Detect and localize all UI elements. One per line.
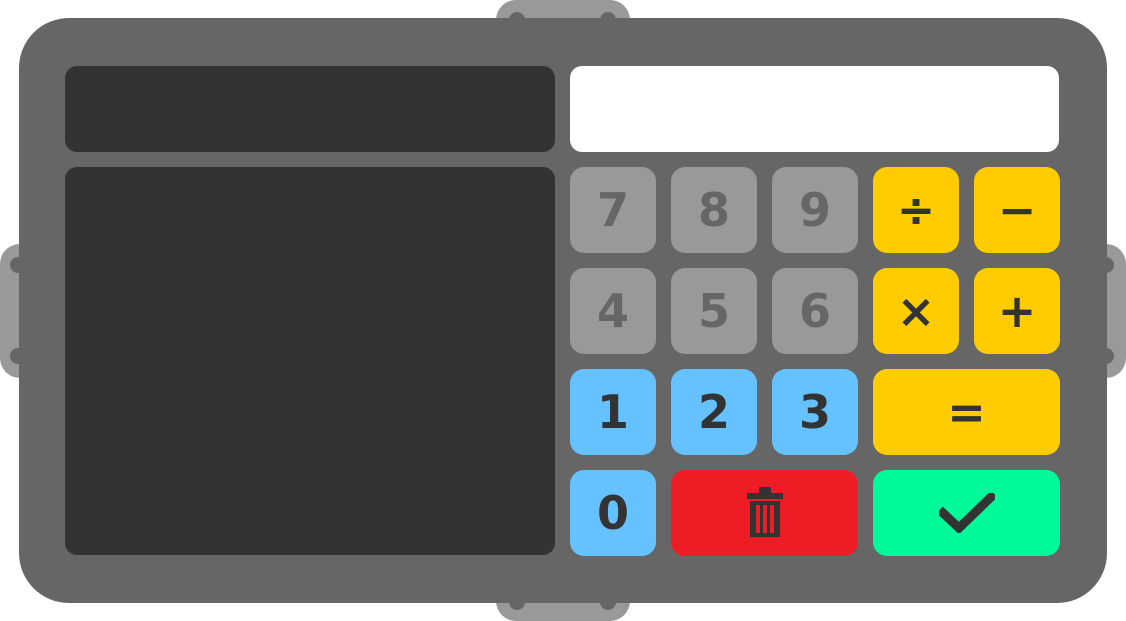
key-9[interactable]: 9 [772, 167, 858, 253]
equals-button[interactable]: = [873, 369, 1060, 455]
key-1[interactable]: 1 [570, 369, 656, 455]
key-8[interactable]: 8 [671, 167, 757, 253]
delete-button[interactable] [671, 470, 858, 556]
key-2[interactable]: 2 [671, 369, 757, 455]
confirm-button[interactable] [873, 470, 1060, 556]
key-3[interactable]: 3 [772, 369, 858, 455]
calculator-display [570, 66, 1059, 152]
top-left-panel [65, 66, 555, 152]
trash-icon [746, 487, 783, 537]
key-5[interactable]: 5 [671, 268, 757, 354]
key-0[interactable]: 0 [570, 470, 656, 556]
key-7[interactable]: 7 [570, 167, 656, 253]
key-6[interactable]: 6 [772, 268, 858, 354]
divide-button[interactable]: ÷ [873, 167, 959, 253]
multiply-button[interactable]: × [873, 268, 959, 354]
key-4[interactable]: 4 [570, 268, 656, 354]
checkmark-icon [938, 493, 995, 533]
plus-button[interactable]: + [974, 268, 1060, 354]
history-panel [65, 167, 555, 555]
minus-button[interactable]: − [974, 167, 1060, 253]
